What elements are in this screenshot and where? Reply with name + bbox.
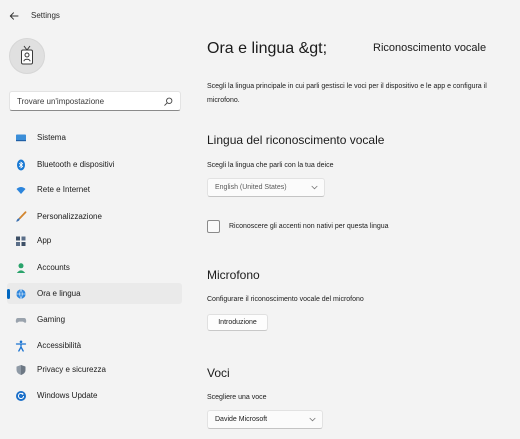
wifi-icon: [16, 187, 26, 194]
sidebar-item-label: Ora e lingua: [37, 289, 81, 298]
sidebar-item-label: Windows Update: [37, 391, 98, 400]
sidebar-item-gaming[interactable]: Gaming: [7, 309, 182, 330]
sidebar-item-label: Personalizzazione: [37, 212, 102, 221]
sidebar-item-sistema[interactable]: Sistema: [7, 127, 182, 148]
bluetooth-icon: [17, 159, 25, 171]
sidebar-item-label: Accounts: [37, 263, 70, 272]
apps-icon: [16, 236, 26, 246]
accessibility-icon: [15, 340, 27, 352]
sidebar-item-label: Privacy e sicurezza: [37, 365, 106, 374]
search-icon[interactable]: [164, 97, 173, 106]
title-bar: Settings: [0, 0, 520, 32]
sidebar-item-label: App: [37, 236, 52, 245]
sidebar-item-windows-update[interactable]: Windows Update: [7, 385, 182, 406]
gamepad-icon: [15, 318, 27, 323]
monitor-icon: [16, 134, 26, 142]
avatar[interactable]: [9, 38, 45, 74]
chevron-down-icon: [309, 417, 316, 422]
section-heading-microphone: Microfono: [207, 268, 260, 282]
user-badge-icon: [21, 45, 33, 65]
microphone-prompt: Configurare il riconoscimento vocale del…: [207, 296, 364, 303]
language-prompt: Scegli la lingua che parli con la tua de…: [207, 162, 334, 169]
page-description: Scegli la lingua principale in cui parli…: [207, 83, 487, 104]
sidebar-item-label: Gaming: [37, 315, 66, 324]
sidebar-item-label: Accessibilità: [37, 341, 82, 350]
voice-dropdown[interactable]: Davide Microsoft: [207, 410, 323, 429]
active-indicator: [7, 289, 10, 299]
shield-icon: [16, 365, 26, 375]
page-title: Riconoscimento vocale: [373, 42, 487, 54]
globe-clock-icon: [16, 289, 26, 299]
section-heading-voices: Voci: [207, 366, 230, 380]
sidebar-item-label: Rete e Internet: [37, 185, 90, 194]
app-title: Settings: [31, 11, 60, 20]
get-started-button[interactable]: Introduzione: [207, 314, 268, 331]
brush-icon: [16, 211, 27, 222]
sidebar-item-accounts[interactable]: Accounts: [7, 257, 182, 278]
search-input[interactable]: [10, 92, 180, 110]
language-dropdown-value: English (United States): [215, 184, 287, 191]
sidebar-item-apps[interactable]: App: [7, 230, 182, 251]
sidebar-item-privacy[interactable]: Privacy e sicurezza: [7, 359, 182, 380]
section-heading-speech-language: Lingua del riconoscimento vocale: [207, 133, 385, 147]
search-box[interactable]: [9, 91, 181, 111]
breadcrumb[interactable]: Ora e lingua &gt;: [207, 40, 327, 58]
voice-prompt: Scegliere una voce: [207, 394, 267, 401]
sidebar-item-label: Sistema: [37, 133, 66, 142]
person-icon: [16, 263, 26, 273]
sidebar-item-personalization[interactable]: Personalizzazione: [7, 206, 182, 227]
accent-checkbox[interactable]: [207, 220, 220, 233]
back-arrow-icon[interactable]: [8, 10, 20, 22]
sidebar-item-label: Bluetooth e dispositivi: [37, 160, 115, 169]
voice-dropdown-value: Davide Microsoft: [215, 416, 268, 423]
sidebar-item-bluetooth[interactable]: Bluetooth e dispositivi: [7, 154, 182, 175]
sidebar-item-time-language[interactable]: Ora e lingua: [7, 283, 182, 304]
language-dropdown[interactable]: English (United States): [207, 178, 325, 197]
update-icon: [16, 391, 26, 401]
chevron-down-icon: [311, 185, 318, 190]
sidebar-item-accessibility[interactable]: Accessibilità: [7, 335, 182, 356]
accent-checkbox-label: Riconoscere gli accenti non nativi per q…: [229, 223, 389, 230]
sidebar-item-network[interactable]: Rete e Internet: [7, 179, 182, 200]
